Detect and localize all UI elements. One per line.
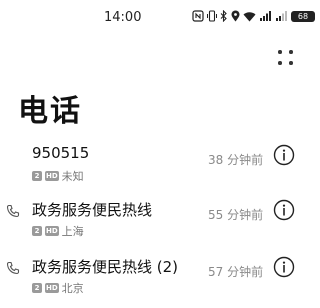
more-options-dot — [278, 61, 282, 65]
caller-location: 未知 — [61, 170, 84, 183]
call-details: 2 HD 上海 — [32, 223, 84, 239]
caller-name: 政务服务便民热线 (2) — [32, 258, 179, 276]
call-time: 55 分钟前 — [208, 208, 264, 222]
wifi-icon — [243, 10, 256, 22]
signal-1-icon — [259, 10, 272, 22]
info-icon — [273, 256, 295, 278]
call-info-button[interactable] — [273, 199, 295, 221]
sim-badge: 2 — [32, 283, 42, 293]
more-options-dot — [289, 50, 293, 54]
call-time: 38 分钟前 — [208, 153, 264, 167]
nfc-icon — [192, 10, 204, 22]
call-time: 57 分钟前 — [208, 265, 264, 279]
caller-location: 上海 — [61, 225, 84, 238]
hd-badge: HD — [45, 226, 59, 236]
call-info-button[interactable] — [273, 256, 295, 278]
vibrate-icon — [207, 10, 217, 22]
caller-location: 北京 — [61, 282, 84, 295]
more-options-dot — [289, 61, 293, 65]
status-icons: 68 — [192, 10, 315, 22]
caller-name: 950515 — [32, 144, 90, 162]
call-log-item[interactable]: 政务服务便民热线 2 HD 上海 55 分钟前 — [0, 199, 300, 251]
call-details: 2 HD 北京 — [32, 280, 84, 296]
info-icon — [273, 199, 295, 221]
phone-call-icon — [6, 203, 20, 218]
page-title: 电话 — [18, 94, 82, 129]
call-info-button[interactable] — [273, 144, 295, 166]
location-icon — [231, 10, 240, 22]
info-icon — [273, 144, 295, 166]
battery-icon: 68 — [291, 10, 315, 22]
signal-2-icon — [275, 10, 288, 22]
call-log-item[interactable]: 950515 2 HD 未知 38 分钟前 — [0, 144, 300, 196]
hd-badge: HD — [45, 283, 59, 293]
hd-badge: HD — [45, 171, 59, 181]
sim-badge: 2 — [32, 226, 42, 236]
sim-badge: 2 — [32, 171, 42, 181]
bluetooth-icon — [220, 10, 228, 22]
more-options-icon — [278, 50, 282, 54]
call-log-item[interactable]: 政务服务便民热线 (2) 2 HD 北京 57 分钟前 — [0, 256, 300, 308]
caller-name: 政务服务便民热线 — [32, 201, 153, 219]
call-details: 2 HD 未知 — [32, 168, 84, 184]
more-options-button[interactable] — [276, 48, 296, 68]
status-time: 14:00 — [104, 10, 142, 25]
status-bar: 14:00 68 — [0, 0, 315, 34]
phone-call-icon — [6, 260, 20, 275]
